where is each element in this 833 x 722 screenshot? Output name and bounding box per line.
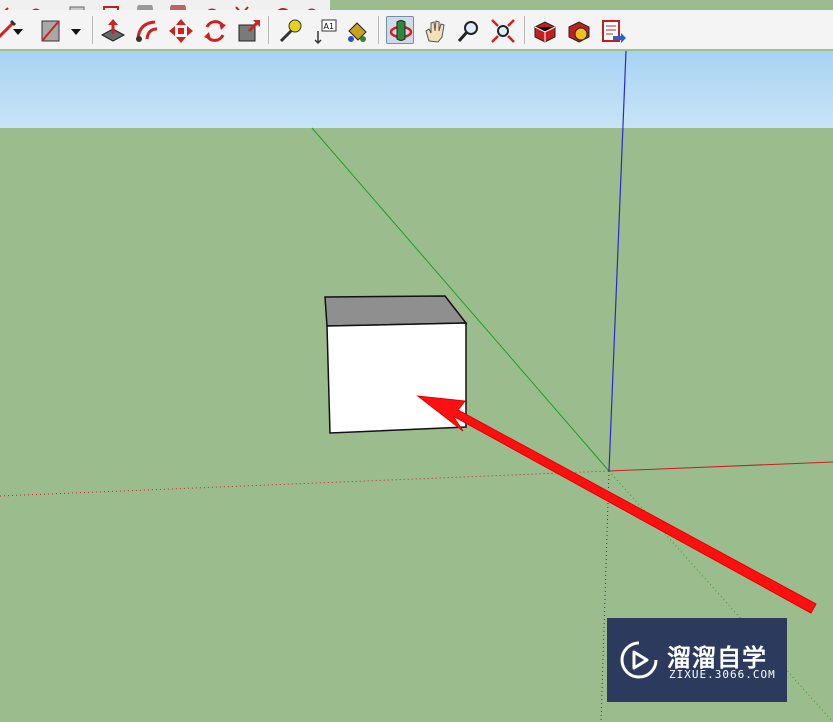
dropdown-arrow-icon[interactable] xyxy=(66,16,84,44)
toolbar-separator xyxy=(524,16,525,44)
watermark-badge: 溜溜自学 ZIXUE.3066.COM xyxy=(607,618,787,702)
extension-warehouse-icon[interactable] xyxy=(564,16,592,44)
tape-measure-icon[interactable] xyxy=(276,16,304,44)
box-top-face[interactable] xyxy=(324,295,468,327)
orbit-icon[interactable] xyxy=(386,16,414,44)
3d-warehouse-icon[interactable] xyxy=(530,16,558,44)
watermark-url: ZIXUE.3066.COM xyxy=(669,668,776,681)
zoom-extents-icon[interactable] xyxy=(488,16,516,44)
follow-me-icon[interactable] xyxy=(132,16,160,44)
play-logo-icon xyxy=(620,641,658,679)
dropdown-arrow-icon[interactable] xyxy=(8,16,26,44)
push-pull-icon[interactable] xyxy=(98,16,126,44)
text-tool-label: A1 xyxy=(324,22,335,31)
move-icon[interactable] xyxy=(166,16,194,44)
toolbar-separator xyxy=(92,16,93,44)
toolbar-separator xyxy=(268,16,269,44)
rotate-icon[interactable] xyxy=(200,16,228,44)
sky xyxy=(0,51,833,128)
pan-icon[interactable] xyxy=(420,16,448,44)
zoom-icon[interactable] xyxy=(454,16,482,44)
scale-icon[interactable] xyxy=(234,16,262,44)
send-to-layout-icon[interactable] xyxy=(598,16,626,44)
rectangle-icon[interactable] xyxy=(36,16,64,44)
main-toolbar: A1 xyxy=(0,10,833,50)
text-icon[interactable]: A1 xyxy=(310,16,338,45)
paint-bucket-icon[interactable] xyxy=(342,16,370,44)
toolbar-separator xyxy=(378,16,379,44)
